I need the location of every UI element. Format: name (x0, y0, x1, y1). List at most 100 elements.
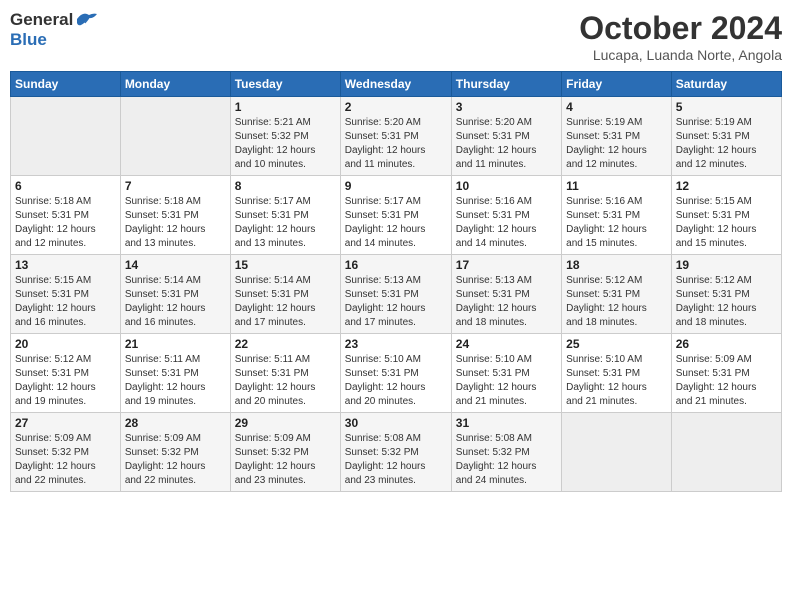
day-info: Sunrise: 5:20 AMSunset: 5:31 PMDaylight:… (456, 116, 557, 172)
day-number: 13 (15, 258, 116, 272)
table-row: 15 Sunrise: 5:14 AMSunset: 5:31 PMDayligh… (230, 255, 340, 334)
day-info: Sunrise: 5:13 AMSunset: 5:31 PMDaylight:… (456, 274, 557, 330)
day-number: 23 (345, 337, 447, 351)
day-number: 20 (15, 337, 116, 351)
day-info: Sunrise: 5:14 AMSunset: 5:31 PMDaylight:… (125, 274, 226, 330)
location-title: Lucapa, Luanda Norte, Angola (579, 47, 782, 63)
calendar-week-row: 1 Sunrise: 5:21 AMSunset: 5:32 PMDaylight… (11, 97, 782, 176)
table-row: 11 Sunrise: 5:16 AMSunset: 5:31 PMDayligh… (562, 176, 672, 255)
day-info: Sunrise: 5:15 AMSunset: 5:31 PMDaylight:… (676, 195, 777, 251)
table-row: 30Sunrise: 5:08 AMSunset: 5:32 PMDayligh… (340, 413, 451, 492)
day-number: 3 (456, 100, 557, 114)
table-row: 22 Sunrise: 5:11 AMSunset: 5:31 PMDayligh… (230, 334, 340, 413)
day-number: 1 (235, 100, 336, 114)
col-wednesday: Wednesday (340, 72, 451, 97)
table-row (120, 97, 230, 176)
day-number: 24 (456, 337, 557, 351)
page-header: General Blue October 2024 Lucapa, Luanda… (10, 10, 782, 63)
day-info: Sunrise: 5:10 AMSunset: 5:31 PMDaylight:… (456, 353, 557, 409)
day-info: Sunrise: 5:09 AMSunset: 5:31 PMDaylight:… (676, 353, 777, 409)
day-number: 19 (676, 258, 777, 272)
day-info: Sunrise: 5:09 AMSunset: 5:32 PMDaylight:… (15, 432, 116, 488)
table-row: 12 Sunrise: 5:15 AMSunset: 5:31 PMDayligh… (671, 176, 781, 255)
month-title: October 2024 (579, 10, 782, 47)
day-info: Sunrise: 5:11 AMSunset: 5:31 PMDaylight:… (125, 353, 226, 409)
table-row: 21 Sunrise: 5:11 AMSunset: 5:31 PMDayligh… (120, 334, 230, 413)
day-info: Sunrise: 5:08 AMSunset: 5:32 PMDaylight:… (345, 432, 447, 488)
day-info: Sunrise: 5:15 AMSunset: 5:31 PMDaylight:… (15, 274, 116, 330)
table-row: 24 Sunrise: 5:10 AMSunset: 5:31 PMDayligh… (451, 334, 561, 413)
day-number: 14 (125, 258, 226, 272)
day-number: 4 (566, 100, 667, 114)
day-number: 5 (676, 100, 777, 114)
day-number: 21 (125, 337, 226, 351)
day-number: 6 (15, 179, 116, 193)
table-row (562, 413, 672, 492)
day-info: Sunrise: 5:16 AMSunset: 5:31 PMDaylight:… (456, 195, 557, 251)
table-row: 26 Sunrise: 5:09 AMSunset: 5:31 PMDayligh… (671, 334, 781, 413)
day-number: 8 (235, 179, 336, 193)
table-row: 17 Sunrise: 5:13 AMSunset: 5:31 PMDayligh… (451, 255, 561, 334)
day-info: Sunrise: 5:12 AMSunset: 5:31 PMDaylight:… (566, 274, 667, 330)
table-row: 2 Sunrise: 5:20 AMSunset: 5:31 PMDaylight… (340, 97, 451, 176)
day-number: 12 (676, 179, 777, 193)
table-row (671, 413, 781, 492)
day-info: Sunrise: 5:18 AMSunset: 5:31 PMDaylight:… (125, 195, 226, 251)
day-info: Sunrise: 5:11 AMSunset: 5:31 PMDaylight:… (235, 353, 336, 409)
col-saturday: Saturday (671, 72, 781, 97)
table-row: 9Sunrise: 5:17 AMSunset: 5:31 PMDaylight… (340, 176, 451, 255)
col-monday: Monday (120, 72, 230, 97)
calendar-week-row: 27Sunrise: 5:09 AMSunset: 5:32 PMDayligh… (11, 413, 782, 492)
logo-bird-icon (75, 11, 97, 29)
day-number: 18 (566, 258, 667, 272)
table-row: 25 Sunrise: 5:10 AMSunset: 5:31 PMDayligh… (562, 334, 672, 413)
day-number: 9 (345, 179, 447, 193)
col-sunday: Sunday (11, 72, 121, 97)
table-row: 20 Sunrise: 5:12 AMSunset: 5:31 PMDayligh… (11, 334, 121, 413)
day-number: 26 (676, 337, 777, 351)
day-number: 17 (456, 258, 557, 272)
calendar-header-row: Sunday Monday Tuesday Wednesday Thursday… (11, 72, 782, 97)
day-number: 31 (456, 416, 557, 430)
day-number: 11 (566, 179, 667, 193)
day-info: Sunrise: 5:12 AMSunset: 5:31 PMDaylight:… (676, 274, 777, 330)
day-number: 16 (345, 258, 447, 272)
day-number: 15 (235, 258, 336, 272)
day-info: Sunrise: 5:10 AMSunset: 5:31 PMDaylight:… (345, 353, 447, 409)
calendar-week-row: 13 Sunrise: 5:15 AMSunset: 5:31 PMDayligh… (11, 255, 782, 334)
day-number: 2 (345, 100, 447, 114)
table-row: 31 Sunrise: 5:08 AMSunset: 5:32 PMDayligh… (451, 413, 561, 492)
table-row: 3 Sunrise: 5:20 AMSunset: 5:31 PMDaylight… (451, 97, 561, 176)
day-number: 28 (125, 416, 226, 430)
day-info: Sunrise: 5:20 AMSunset: 5:31 PMDaylight:… (345, 116, 447, 172)
day-number: 29 (235, 416, 336, 430)
calendar-table: Sunday Monday Tuesday Wednesday Thursday… (10, 71, 782, 492)
col-friday: Friday (562, 72, 672, 97)
table-row: 27Sunrise: 5:09 AMSunset: 5:32 PMDayligh… (11, 413, 121, 492)
day-number: 10 (456, 179, 557, 193)
day-info: Sunrise: 5:21 AMSunset: 5:32 PMDaylight:… (235, 116, 336, 172)
table-row: 28 Sunrise: 5:09 AMSunset: 5:32 PMDayligh… (120, 413, 230, 492)
day-info: Sunrise: 5:12 AMSunset: 5:31 PMDaylight:… (15, 353, 116, 409)
day-info: Sunrise: 5:08 AMSunset: 5:32 PMDaylight:… (456, 432, 557, 488)
day-info: Sunrise: 5:09 AMSunset: 5:32 PMDaylight:… (125, 432, 226, 488)
calendar-week-row: 6 Sunrise: 5:18 AMSunset: 5:31 PMDaylight… (11, 176, 782, 255)
table-row (11, 97, 121, 176)
logo-blue-text: Blue (10, 30, 47, 49)
table-row: 13 Sunrise: 5:15 AMSunset: 5:31 PMDayligh… (11, 255, 121, 334)
day-info: Sunrise: 5:16 AMSunset: 5:31 PMDaylight:… (566, 195, 667, 251)
day-info: Sunrise: 5:18 AMSunset: 5:31 PMDaylight:… (15, 195, 116, 251)
col-thursday: Thursday (451, 72, 561, 97)
day-info: Sunrise: 5:09 AMSunset: 5:32 PMDaylight:… (235, 432, 336, 488)
table-row: 8Sunrise: 5:17 AMSunset: 5:31 PMDaylight… (230, 176, 340, 255)
table-row: 5 Sunrise: 5:19 AMSunset: 5:31 PMDaylight… (671, 97, 781, 176)
day-number: 25 (566, 337, 667, 351)
day-info: Sunrise: 5:19 AMSunset: 5:31 PMDaylight:… (566, 116, 667, 172)
day-info: Sunrise: 5:19 AMSunset: 5:31 PMDaylight:… (676, 116, 777, 172)
table-row: 19 Sunrise: 5:12 AMSunset: 5:31 PMDayligh… (671, 255, 781, 334)
day-info: Sunrise: 5:10 AMSunset: 5:31 PMDaylight:… (566, 353, 667, 409)
day-info: Sunrise: 5:14 AMSunset: 5:31 PMDaylight:… (235, 274, 336, 330)
day-number: 22 (235, 337, 336, 351)
table-row: 18 Sunrise: 5:12 AMSunset: 5:31 PMDayligh… (562, 255, 672, 334)
table-row: 6 Sunrise: 5:18 AMSunset: 5:31 PMDaylight… (11, 176, 121, 255)
